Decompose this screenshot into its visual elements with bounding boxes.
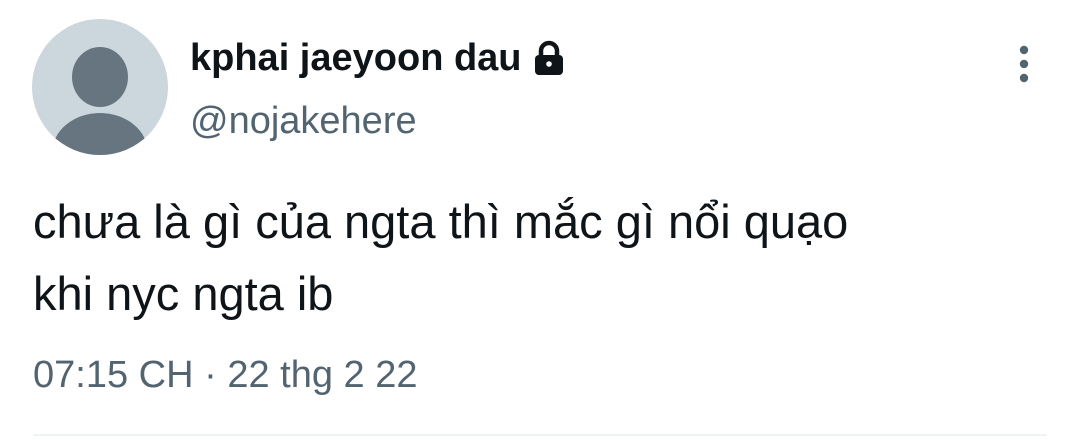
tweet-text: chưa là gì của ngta thì mắc gì nổi quạo …: [33, 195, 849, 320]
avatar-body-shape: [52, 113, 148, 155]
tweet-date[interactable]: 22 thg 2 22: [227, 354, 417, 396]
tweet-metadata: 07:15 CH · 22 thg 2 22: [33, 354, 418, 397]
author-display-name[interactable]: kphai jaeyoon dau: [190, 37, 522, 80]
more-vertical-icon: [1019, 45, 1029, 83]
author-name-row: kphai jaeyoon dau: [190, 34, 568, 82]
more-options-button[interactable]: [1000, 36, 1048, 92]
avatar[interactable]: [32, 19, 168, 155]
tweet-time[interactable]: 07:15 CH: [33, 354, 194, 396]
lock-icon: [530, 39, 568, 77]
author-handle[interactable]: @nojakehere: [190, 100, 417, 143]
avatar-head-shape: [72, 47, 128, 107]
meta-separator: ·: [204, 354, 217, 396]
divider: [33, 434, 1047, 436]
